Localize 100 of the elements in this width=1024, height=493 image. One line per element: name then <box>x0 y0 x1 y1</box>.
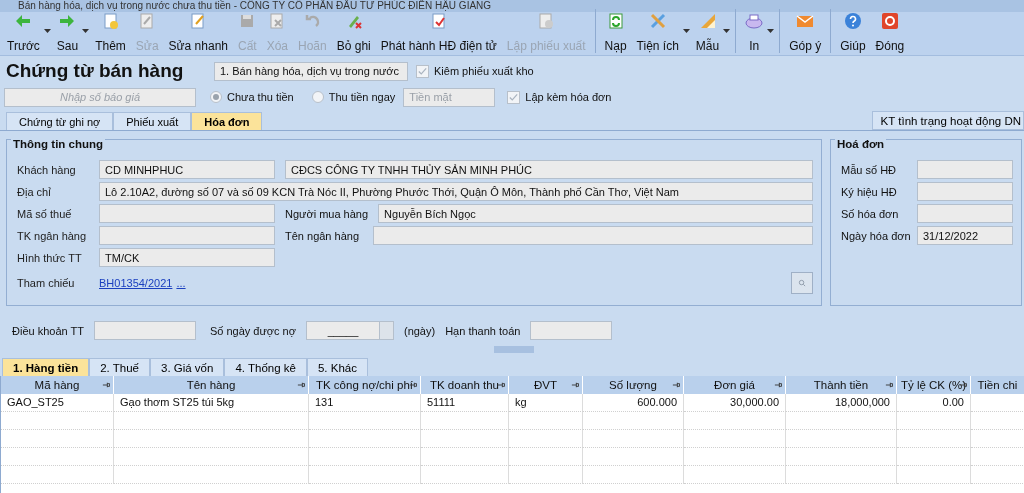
column-header[interactable]: Tiền chi <box>971 376 1024 394</box>
toolbar-button[interactable]: Trước <box>2 9 52 53</box>
collapse-handle[interactable] <box>494 346 534 353</box>
toolbar-button[interactable]: In <box>735 9 776 53</box>
column-header[interactable]: Mã hàng <box>1 376 114 394</box>
toolbar-button[interactable]: Mẫu <box>690 9 732 53</box>
tab[interactable]: 1. Hàng tiền <box>2 358 90 376</box>
document-check-icon <box>429 12 448 30</box>
tab[interactable]: 5. Khác <box>306 358 368 376</box>
toolbar-button[interactable]: Góp ý <box>779 9 827 53</box>
field-label: Địa chỉ <box>17 185 52 198</box>
column-header[interactable]: Đơn giá <box>684 376 786 394</box>
column-header[interactable]: TK công nợ/chi phí <box>309 376 421 394</box>
field-label: Điều khoản TT <box>12 324 84 337</box>
customer-code-field[interactable]: CD MINHPHUC <box>99 160 275 179</box>
column-header[interactable]: ĐVT <box>509 376 583 394</box>
caret-icon <box>723 29 731 33</box>
toolbar-button[interactable]: Tiện ích <box>631 9 691 53</box>
toolbar-button[interactable]: Giúp <box>830 9 871 53</box>
toolbar-button[interactable]: Thêm <box>90 9 131 53</box>
payment-terms-field[interactable] <box>93 321 196 340</box>
field-label: Mẫu số HĐ <box>841 163 897 176</box>
check-status-button[interactable]: KT tình trạng hoạt động DN <box>871 111 1024 130</box>
tab[interactable]: 2. Thuế <box>89 358 150 376</box>
field-label: Hình thức TT <box>17 251 83 264</box>
customer-name-field[interactable]: CĐCS CÔNG TY TNHH THỦY SẢN MINH PHÚC <box>285 160 813 179</box>
form-title: Chứng từ bán hàng <box>6 60 185 82</box>
tab[interactable]: 4. Thống kê <box>224 358 307 376</box>
envelope-icon <box>796 12 815 30</box>
power-icon <box>880 12 899 30</box>
field-label: Người mua hàng <box>285 207 369 220</box>
tab[interactable]: 3. Giá vốn <box>150 358 225 376</box>
toolbar-button[interactable]: Phát hành HĐ điện tử <box>375 9 502 53</box>
pin-icon <box>102 381 110 389</box>
pin-icon <box>959 381 967 389</box>
invoice-field[interactable] <box>917 182 1013 201</box>
radio-button[interactable]: Chưa thu tiền <box>210 91 294 103</box>
field-label: Khách hàng <box>17 163 77 176</box>
radio-button[interactable]: Thu tiền ngay <box>311 91 396 103</box>
buyer-field[interactable]: Nguyễn Bích Ngọc <box>378 204 813 223</box>
pin-icon <box>885 381 893 389</box>
table-cell: Gạo thơm ST25 túi 5kg <box>114 394 309 412</box>
table-cell: 131 <box>309 394 421 412</box>
tab[interactable]: Hóa đơn <box>191 112 263 130</box>
field-label: TK ngân hàng <box>17 229 88 242</box>
tax-code-field[interactable] <box>99 204 275 223</box>
field-label: Ngày hóa đơn <box>841 229 911 242</box>
invoice-field[interactable] <box>917 160 1013 179</box>
section-title: Thông tin chung <box>11 138 106 150</box>
bank-account-field[interactable] <box>99 226 275 245</box>
column-header[interactable]: Tên hàng <box>114 376 309 394</box>
field-label: Ký hiệu HĐ <box>841 185 897 198</box>
toolbar-button[interactable]: Nạp <box>594 9 632 53</box>
new-document-icon <box>101 12 120 30</box>
help-icon <box>843 12 862 30</box>
column-header[interactable]: Số lượng <box>583 376 684 394</box>
column-header[interactable]: Tỷ lệ CK (%) <box>897 376 971 394</box>
pin-icon <box>774 381 782 389</box>
invoice-field[interactable] <box>917 204 1013 223</box>
tab[interactable]: Chứng từ ghi nợ <box>6 112 114 130</box>
pin-icon <box>497 381 505 389</box>
field-label: Tên ngân hàng <box>285 229 360 242</box>
more-link[interactable]: ... <box>176 276 186 289</box>
toolbar-button[interactable]: Sửa nhanh <box>163 9 233 53</box>
tab[interactable]: Phiếu xuất <box>113 112 192 130</box>
payment-method-field[interactable]: TM/CK <box>99 248 275 267</box>
table-cell: kg <box>509 394 583 412</box>
caret-icon <box>82 29 90 33</box>
table-cell: GAO_ST25 <box>1 394 114 412</box>
pin-icon <box>297 381 305 389</box>
section-title: Hoá đơn <box>835 138 887 150</box>
field-label: Hạn thanh toán <box>445 324 521 337</box>
window-title: Bán hàng hóa, dịch vụ trong nước chưa thu tiền - CÔNG TY CỔ PHẦN ĐẦU TƯ PHÚC ĐIỀN HẬU GIANG <box>18 0 492 12</box>
voucher-type-field[interactable]: 1. Bán hàng hóa, dịch vụ trong nước <box>214 61 408 81</box>
search-icon <box>798 278 806 287</box>
field-label: Số hóa đơn <box>841 207 899 220</box>
arrow-right-icon <box>58 12 77 30</box>
checkbox[interactable]: Kiêm phiếu xuất kho <box>416 64 534 78</box>
caret-icon <box>767 29 775 33</box>
refresh-icon <box>606 12 625 30</box>
due-date-field[interactable] <box>530 321 613 340</box>
address-field[interactable]: Lô 2.10A2, đường số 07 và số 09 KCN Trà Nóc II, Phường Phước Thới, Quận Ô Môn, Thành phố Cần Thơ, Việt Nam <box>99 182 813 201</box>
tools-icon <box>648 12 667 30</box>
table-cell: 51111 <box>421 394 509 412</box>
checkmark-icon <box>508 91 520 103</box>
undo-icon <box>303 12 322 30</box>
field-label: Số ngày được nợ <box>209 324 296 337</box>
field-label: Mã số thuế <box>17 207 73 220</box>
bank-name-field[interactable] <box>373 226 813 245</box>
checkbox[interactable]: Lập kèm hóa đơn <box>507 90 612 104</box>
toolbar-button[interactable]: Đóng <box>870 9 910 53</box>
search-button[interactable] <box>791 271 813 294</box>
column-header[interactable]: TK doanh thu <box>421 376 509 394</box>
toolbar-button[interactable]: Bỏ ghi <box>331 9 376 53</box>
invoice-field[interactable]: 31/12/2022 <box>917 226 1013 245</box>
unit-label: (ngày) <box>403 324 436 337</box>
reference-link[interactable]: BH01354/2021 <box>99 276 173 289</box>
column-header[interactable]: Thành tiền <box>786 376 897 394</box>
printer-icon <box>745 12 764 30</box>
document-icon <box>537 12 556 30</box>
